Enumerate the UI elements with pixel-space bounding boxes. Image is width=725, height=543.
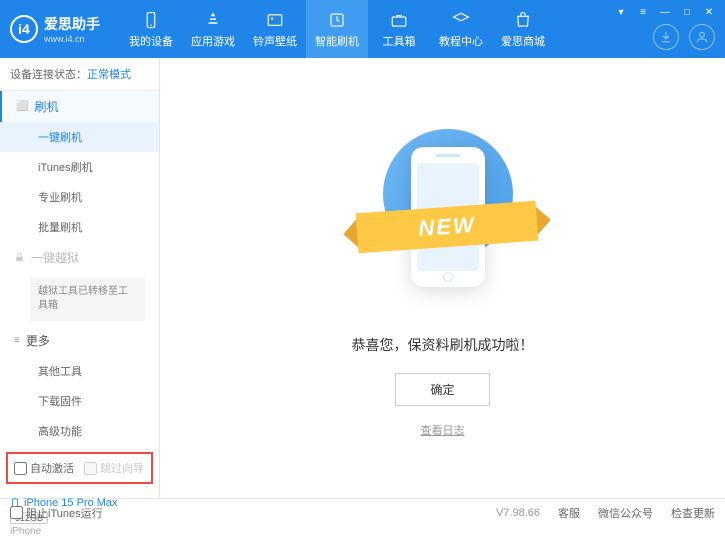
footer-support[interactable]: 客服 <box>558 505 580 521</box>
close-button[interactable]: ✕ <box>699 4 719 20</box>
user-button[interactable] <box>689 24 715 50</box>
header-actions <box>653 24 715 50</box>
sidebar-item-batch-flash[interactable]: 批量刷机 <box>0 212 159 242</box>
menu2-icon[interactable]: ≡ <box>633 4 653 20</box>
sidebar-item-download-firmware[interactable]: 下载固件 <box>0 386 159 416</box>
image-icon <box>265 10 285 30</box>
sidebar: 设备连接状态：正常模式 ⬜刷机 一键刷机 iTunes刷机 专业刷机 批量刷机 … <box>0 58 160 498</box>
store-icon <box>513 10 533 30</box>
new-banner: NEW <box>355 200 537 252</box>
options-box: 自动激活 跳过向导 <box>6 452 153 484</box>
top-nav: 我的设备 应用游戏 铃声壁纸 智能刷机 工具箱 教程中心 爱思商城 <box>120 0 554 58</box>
list-icon: ≡ <box>14 335 20 346</box>
toolbox-icon <box>389 10 409 30</box>
nav-ringtones[interactable]: 铃声壁纸 <box>244 0 306 58</box>
nav-my-device[interactable]: 我的设备 <box>120 0 182 58</box>
auto-activate-checkbox[interactable]: 自动激活 <box>14 460 74 476</box>
device-type: iPhone <box>10 526 149 537</box>
version-label: V7.98.66 <box>496 507 540 519</box>
footer-update[interactable]: 检查更新 <box>671 505 715 521</box>
section-flash[interactable]: ⬜刷机 <box>0 91 159 122</box>
app-subtitle: www.i4.cn <box>44 34 100 44</box>
device-status: 设备连接状态：正常模式 <box>0 58 159 91</box>
sidebar-item-oneclick-flash[interactable]: 一键刷机 <box>0 122 159 152</box>
sidebar-item-other-tools[interactable]: 其他工具 <box>0 356 159 386</box>
download-button[interactable] <box>653 24 679 50</box>
sidebar-item-advanced[interactable]: 高级功能 <box>0 416 159 446</box>
nav-smart-flash[interactable]: 智能刷机 <box>306 0 368 58</box>
device-icon <box>141 10 161 30</box>
main-content: NEW 恭喜您，保资料刷机成功啦！ 确定 查看日志 <box>160 58 725 498</box>
status-value: 正常模式 <box>87 69 131 81</box>
confirm-button[interactable]: 确定 <box>395 373 489 406</box>
nav-toolbox[interactable]: 工具箱 <box>368 0 430 58</box>
app-header: i4 爱思助手 www.i4.cn 我的设备 应用游戏 铃声壁纸 智能刷机 工具… <box>0 0 725 58</box>
success-message: 恭喜您，保资料刷机成功啦！ <box>352 335 534 355</box>
app-title: 爱思助手 <box>44 14 100 34</box>
apps-icon <box>203 10 223 30</box>
section-more[interactable]: ≡更多 <box>0 325 159 356</box>
skip-guide-checkbox[interactable]: 跳过向导 <box>84 460 144 476</box>
flash-icon <box>327 10 347 30</box>
logo-icon: i4 <box>10 15 38 43</box>
menu-icon[interactable]: ▾ <box>611 4 631 20</box>
lock-icon <box>14 252 25 263</box>
jailbreak-moved-note[interactable]: 越狱工具已转移至工具箱 <box>30 277 145 321</box>
maximize-button[interactable]: □ <box>677 4 697 20</box>
logo: i4 爱思助手 www.i4.cn <box>10 14 100 44</box>
sidebar-item-itunes-flash[interactable]: iTunes刷机 <box>0 152 159 182</box>
window-controls: ▾ ≡ — □ ✕ <box>611 4 719 20</box>
tutorial-icon <box>451 10 471 30</box>
nav-apps[interactable]: 应用游戏 <box>182 0 244 58</box>
nav-store[interactable]: 爱思商城 <box>492 0 554 58</box>
footer-wechat[interactable]: 微信公众号 <box>598 505 653 521</box>
section-jailbreak: 一键越狱 <box>0 242 159 273</box>
block-itunes-checkbox[interactable]: 阻止iTunes运行 <box>10 505 103 521</box>
view-log-link[interactable]: 查看日志 <box>421 422 465 438</box>
minimize-button[interactable]: — <box>655 4 675 20</box>
success-illustration: NEW <box>363 119 523 319</box>
sidebar-item-pro-flash[interactable]: 专业刷机 <box>0 182 159 212</box>
nav-tutorials[interactable]: 教程中心 <box>430 0 492 58</box>
chevron-down-icon: ⬜ <box>16 101 28 112</box>
